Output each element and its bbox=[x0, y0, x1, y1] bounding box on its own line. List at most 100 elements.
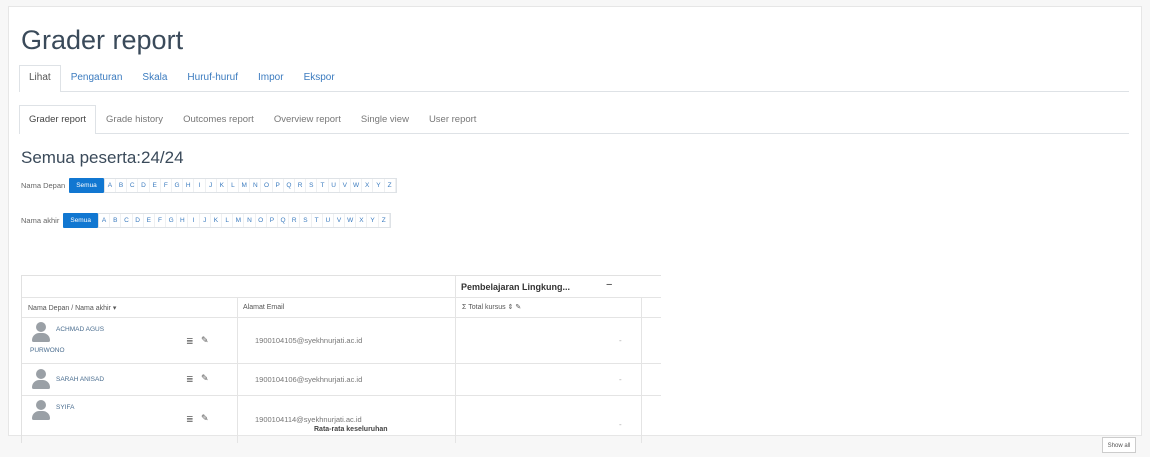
initial-letter-m[interactable]: M bbox=[233, 214, 245, 227]
student-name[interactable]: ACHMAD AGUS bbox=[56, 325, 104, 335]
initial-letter-r[interactable]: R bbox=[295, 179, 307, 192]
initial-letter-y[interactable]: Y bbox=[367, 214, 379, 227]
student-name[interactable]: SYIFA bbox=[56, 403, 74, 413]
tab-overview-report[interactable]: Overview report bbox=[264, 105, 351, 133]
category-title[interactable]: Pembelajaran Lingkung... bbox=[461, 282, 570, 292]
student-name[interactable]: SARAH ANISAD bbox=[56, 375, 104, 385]
show-all-button[interactable]: Show all bbox=[1102, 437, 1136, 453]
initial-letter-s[interactable]: S bbox=[306, 179, 318, 192]
tab-user-report[interactable]: User report bbox=[419, 105, 487, 133]
tab-outcomes-report[interactable]: Outcomes report bbox=[173, 105, 264, 133]
sigma-icon: Σ bbox=[462, 304, 467, 311]
tab-ekspor[interactable]: Ekspor bbox=[294, 65, 345, 91]
initial-letter-x[interactable]: X bbox=[362, 179, 374, 192]
initial-letter-v[interactable]: V bbox=[340, 179, 351, 192]
student-email: 1900104114@syekhnurjati.ac.id bbox=[255, 415, 362, 424]
last-name-initials-bar: Nama akhir Semua ABCDEFGHIJKLMNOPQRSTUVW… bbox=[21, 212, 391, 228]
participants-heading: Semua peserta:24/24 bbox=[21, 148, 184, 167]
initial-letter-y[interactable]: Y bbox=[373, 179, 385, 192]
initial-letter-e[interactable]: E bbox=[144, 214, 155, 227]
initial-letter-d[interactable]: D bbox=[138, 179, 150, 192]
initial-letter-m[interactable]: M bbox=[239, 179, 251, 192]
user-avatar-icon[interactable] bbox=[30, 369, 52, 391]
initial-letter-a[interactable]: A bbox=[105, 179, 116, 192]
initial-letter-v[interactable]: V bbox=[334, 214, 346, 227]
initial-letter-o[interactable]: O bbox=[261, 179, 273, 192]
total-column-label[interactable]: Total kursus bbox=[468, 304, 505, 311]
initial-letter-a[interactable]: A bbox=[99, 214, 111, 227]
tab-huruf-huruf[interactable]: Huruf-huruf bbox=[177, 65, 248, 91]
initial-letter-r[interactable]: R bbox=[289, 214, 301, 227]
grade-list-icon[interactable]: ≣ bbox=[186, 336, 194, 347]
name-column-header-label: Nama Depan / Nama akhir bbox=[28, 305, 111, 312]
last-name-letters: ABCDEFGHIJKLMNOPQRSTUVWXYZ bbox=[97, 213, 391, 228]
first-name-all-button[interactable]: Semua bbox=[69, 177, 104, 193]
initial-letter-i[interactable]: I bbox=[194, 179, 206, 192]
grade-list-icon[interactable]: ≣ bbox=[186, 414, 194, 425]
initial-letter-f[interactable]: F bbox=[155, 214, 167, 227]
initial-letter-p[interactable]: P bbox=[267, 214, 278, 227]
initial-letter-c[interactable]: C bbox=[127, 179, 139, 192]
initial-letter-z[interactable]: Z bbox=[385, 179, 396, 192]
tab-pengaturan[interactable]: Pengaturan bbox=[61, 65, 133, 91]
initial-letter-q[interactable]: Q bbox=[284, 179, 295, 192]
initial-letter-g[interactable]: G bbox=[172, 179, 184, 192]
initial-letter-z[interactable]: Z bbox=[379, 214, 390, 227]
initial-letter-u[interactable]: U bbox=[323, 214, 334, 227]
tab-impor[interactable]: Impor bbox=[248, 65, 294, 91]
table-row: SYIFA ≣ ✎ 1900104114@syekhnurjati.ac.id … bbox=[22, 396, 661, 443]
initial-letter-g[interactable]: G bbox=[166, 214, 178, 227]
user-avatar-icon[interactable] bbox=[30, 322, 52, 344]
initial-letter-j[interactable]: J bbox=[206, 179, 217, 192]
initial-letter-f[interactable]: F bbox=[161, 179, 172, 192]
initial-letter-b[interactable]: B bbox=[110, 214, 122, 227]
initial-letter-h[interactable]: H bbox=[177, 214, 189, 227]
tab-lihat[interactable]: Lihat bbox=[19, 65, 61, 92]
student-name-cont[interactable]: PURWONO bbox=[30, 346, 65, 356]
initial-letter-x[interactable]: X bbox=[356, 214, 368, 227]
initial-letter-p[interactable]: P bbox=[273, 179, 284, 192]
initial-letter-t[interactable]: T bbox=[312, 214, 323, 227]
sort-icon[interactable]: ⇕ bbox=[508, 304, 514, 311]
initial-letter-d[interactable]: D bbox=[133, 214, 144, 227]
page-title: Grader report bbox=[21, 25, 184, 55]
edit-pencil-icon[interactable]: ✎ bbox=[515, 304, 521, 311]
caret-down-icon[interactable]: ▾ bbox=[113, 305, 117, 312]
initial-letter-o[interactable]: O bbox=[256, 214, 267, 227]
tab-grader-report[interactable]: Grader report bbox=[19, 105, 97, 134]
course-total-grade[interactable]: - bbox=[619, 375, 622, 384]
initial-letter-w[interactable]: W bbox=[351, 179, 363, 192]
initial-letter-u[interactable]: U bbox=[329, 179, 340, 192]
last-name-all-button[interactable]: Semua bbox=[63, 212, 98, 228]
initial-letter-c[interactable]: C bbox=[121, 214, 133, 227]
email-column-header[interactable]: Alamat Email bbox=[243, 304, 284, 311]
initial-letter-j[interactable]: J bbox=[200, 214, 211, 227]
tab-single-view[interactable]: Single view bbox=[351, 105, 419, 133]
initial-letter-k[interactable]: K bbox=[211, 214, 223, 227]
grade-list-icon[interactable]: ≣ bbox=[186, 374, 194, 385]
edit-pencil-icon[interactable]: ✎ bbox=[201, 413, 209, 424]
initial-letter-l[interactable]: L bbox=[228, 179, 240, 192]
user-avatar-icon[interactable] bbox=[30, 400, 52, 422]
initial-letter-h[interactable]: H bbox=[183, 179, 195, 192]
initial-letter-n[interactable]: N bbox=[250, 179, 262, 192]
initial-letter-e[interactable]: E bbox=[150, 179, 161, 192]
initial-letter-i[interactable]: I bbox=[188, 214, 200, 227]
tab-grade-history[interactable]: Grade history bbox=[96, 105, 173, 133]
tab-skala[interactable]: Skala bbox=[132, 65, 177, 91]
initial-letter-k[interactable]: K bbox=[217, 179, 228, 192]
initial-letter-l[interactable]: L bbox=[222, 214, 234, 227]
initial-letter-s[interactable]: S bbox=[300, 214, 312, 227]
edit-pencil-icon[interactable]: ✎ bbox=[201, 335, 209, 346]
collapse-minus-icon[interactable]: − bbox=[606, 279, 612, 291]
initial-letter-t[interactable]: T bbox=[317, 179, 329, 192]
initial-letter-n[interactable]: N bbox=[244, 214, 256, 227]
course-total-grade[interactable]: - bbox=[619, 336, 622, 345]
initial-letter-q[interactable]: Q bbox=[278, 214, 290, 227]
first-name-initials-label: Nama Depan bbox=[21, 181, 66, 190]
course-total-grade[interactable]: - bbox=[619, 420, 622, 429]
initial-letter-b[interactable]: B bbox=[116, 179, 128, 192]
initial-letter-w[interactable]: W bbox=[345, 214, 357, 227]
name-column-header[interactable]: Nama Depan / Nama akhir ▾ bbox=[28, 304, 116, 312]
edit-pencil-icon[interactable]: ✎ bbox=[201, 373, 209, 384]
